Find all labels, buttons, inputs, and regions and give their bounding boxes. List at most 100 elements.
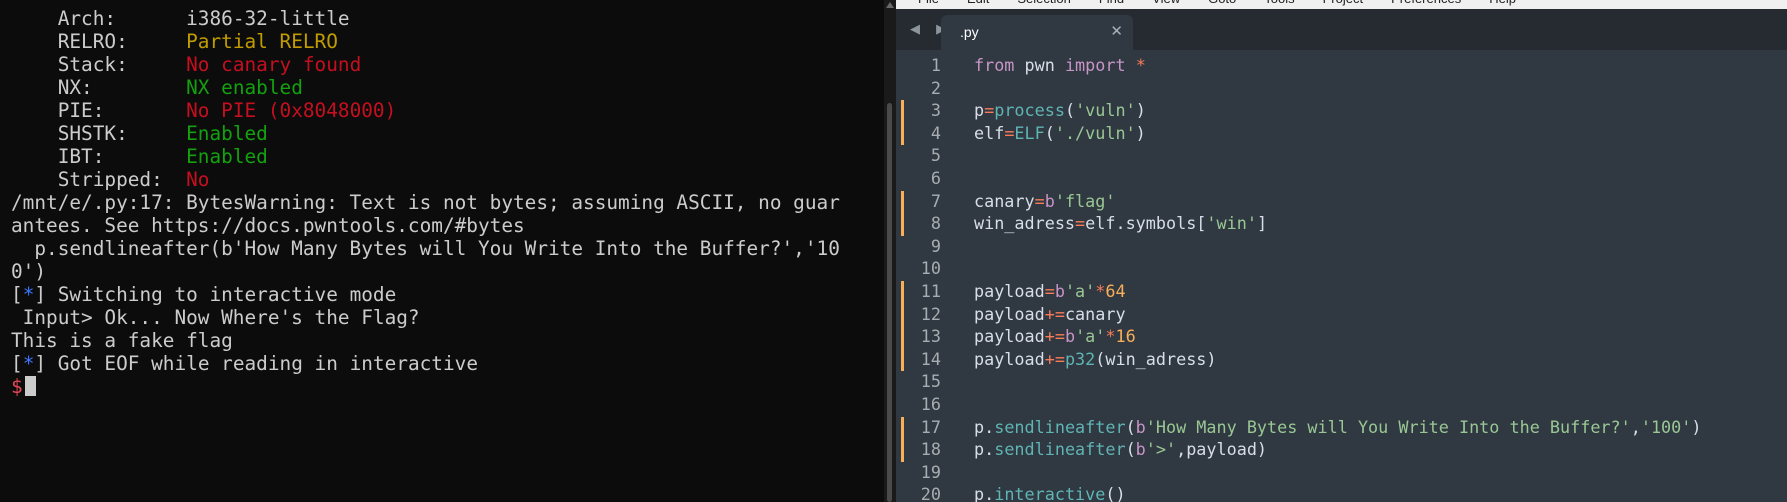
menu-item-help[interactable]: Help — [1489, 0, 1516, 6]
line-number: 13 — [920, 326, 941, 347]
line-number: 3 — [930, 100, 941, 121]
code-token: 64 — [1105, 281, 1126, 301]
code-token: * — [1105, 326, 1116, 347]
terminal-text: No PIE (0x8048000) — [186, 99, 397, 122]
code-token: 'How Many Bytes will You Write Into the … — [1145, 416, 1631, 437]
terminal-prompt-line[interactable]: $ — [11, 375, 840, 398]
code-token: p. — [974, 439, 995, 460]
terminal-text: p.sendlineafter(b'How Many Bytes will Yo… — [11, 237, 840, 260]
code-token: elf.symbols[ — [1085, 213, 1207, 234]
code-token: ELF — [1014, 122, 1045, 143]
terminal-text: Input> Ok... Now Where's the Flag? — [11, 306, 420, 329]
code-token: * — [1135, 55, 1146, 75]
terminal-line: antees. See https://docs.pwntools.com/#b… — [11, 214, 840, 237]
terminal-text: antees. See https://docs.pwntools.com/#b… — [11, 214, 525, 237]
code-token: canary — [974, 190, 1035, 211]
modified-line-marker — [901, 326, 904, 349]
code-token: b — [1054, 281, 1065, 301]
code-token: * — [1095, 281, 1106, 301]
menu-item-preferences[interactable]: Preferences — [1391, 0, 1461, 6]
line-number-gutter: 1 2 3 4 5 6 7 8 9 10 11 12 13 14 15 16 17 18 19 20 — [896, 50, 958, 502]
tab-py-file[interactable]: .py ✕ — [941, 15, 1133, 50]
menu-item-view[interactable]: View — [1152, 0, 1180, 6]
code-token: ( — [1125, 439, 1136, 460]
menu-item-edit[interactable]: Edit — [967, 0, 989, 6]
terminal-text: NX: — [11, 76, 187, 99]
terminal-line: Input> Ok... Now Where's the Flag? — [11, 306, 840, 329]
scroll-up-arrow-icon[interactable] — [886, 2, 894, 8]
code-token: = — [1004, 122, 1015, 143]
terminal-scrollbar-thumb[interactable] — [887, 103, 892, 502]
menu-item-project[interactable]: Project — [1323, 0, 1363, 6]
code-token: , — [1630, 416, 1641, 437]
line-number: 10 — [920, 258, 941, 279]
code-token: = — [984, 100, 995, 121]
menu-item-find[interactable]: Find — [1099, 0, 1124, 6]
terminal-text: i386-32-little — [186, 7, 350, 30]
code-token: b — [1135, 439, 1146, 460]
terminal-window[interactable]: Arch: i386-32-little RELRO: Partial RELR… — [0, 0, 884, 502]
code-token: ( — [1125, 416, 1136, 437]
code-token: += — [1044, 348, 1065, 369]
modified-line-marker — [901, 348, 904, 372]
terminal-text: This is a fake flag — [11, 329, 233, 352]
code-token: import — [1064, 55, 1126, 75]
code-token: () — [1105, 484, 1126, 502]
terminal-text: IBT: — [11, 145, 187, 168]
code-token: ( — [1044, 122, 1055, 143]
line-number: 8 — [930, 213, 941, 234]
code-token: ( — [1064, 100, 1076, 121]
modified-line-marker — [901, 190, 904, 214]
code-line: canary=b'flag' — [974, 191, 1115, 211]
terminal-line: Arch: i386-32-little — [11, 7, 840, 30]
menu-item-goto[interactable]: Goto — [1208, 0, 1236, 6]
code-token: += — [1044, 303, 1065, 324]
code-token: = — [1075, 213, 1086, 234]
modified-line-marker — [901, 100, 904, 123]
code-token: ,payload) — [1176, 439, 1268, 460]
close-icon[interactable]: ✕ — [1110, 22, 1123, 40]
code-token: elf — [974, 122, 1005, 143]
menu-item-selection[interactable]: Selection — [1017, 0, 1070, 6]
terminal-line: Stack: No canary found — [11, 53, 840, 76]
code-line: payload=b'a'*64 — [974, 281, 1126, 301]
code-line: payload+=canary — [974, 304, 1126, 324]
line-number: 7 — [930, 190, 941, 211]
code-token: '100' — [1640, 416, 1692, 437]
menu-item-tools[interactable]: Tools — [1264, 0, 1294, 6]
code-token: 'a' — [1075, 326, 1106, 347]
code-area[interactable]: 1 2 3 4 5 6 7 8 9 10 11 12 13 14 15 16 17 18 19 20 from pwn… — [896, 50, 1787, 502]
code-token: += — [1044, 326, 1065, 347]
code-token: sendlineafter — [994, 416, 1126, 437]
terminal-text: ] Got EOF while reading in interactive — [34, 352, 478, 375]
code-line: payload+=b'a'*16 — [974, 326, 1136, 346]
line-number: 20 — [920, 484, 941, 502]
modified-line-marker — [901, 303, 904, 327]
menu-item-file[interactable]: File — [918, 0, 939, 6]
line-number: 14 — [920, 348, 941, 369]
code-token: = — [1034, 190, 1045, 211]
terminal-text: 0') — [11, 260, 47, 283]
terminal-text: No canary found — [186, 53, 362, 76]
terminal-line: NX: NX enabled — [11, 76, 840, 99]
terminal-line: [*] Got EOF while reading in interactive — [11, 352, 840, 375]
terminal-text: Partial RELRO — [186, 30, 338, 53]
line-number: 17 — [920, 416, 941, 437]
modified-line-marker — [901, 416, 904, 440]
terminal-text: SHSTK: — [11, 122, 187, 145]
terminal-scrollbar[interactable] — [884, 0, 896, 502]
code-token: ) — [1135, 122, 1146, 143]
code-token: win_adress — [974, 213, 1076, 234]
terminal-output: Arch: i386-32-little RELRO: Partial RELR… — [11, 7, 840, 398]
code-token: canary — [1064, 303, 1126, 324]
terminal-text: Enabled — [186, 145, 268, 168]
code-token: interactive — [994, 484, 1106, 502]
code-token: ) — [1135, 100, 1146, 121]
terminal-text: * — [22, 283, 35, 306]
terminal-line: This is a fake flag — [11, 329, 840, 352]
terminal-line: p.sendlineafter(b'How Many Bytes will Yo… — [11, 237, 840, 260]
line-number: 19 — [920, 461, 941, 482]
code-token: from — [974, 55, 1015, 75]
code-token: (win_adress) — [1095, 348, 1217, 369]
